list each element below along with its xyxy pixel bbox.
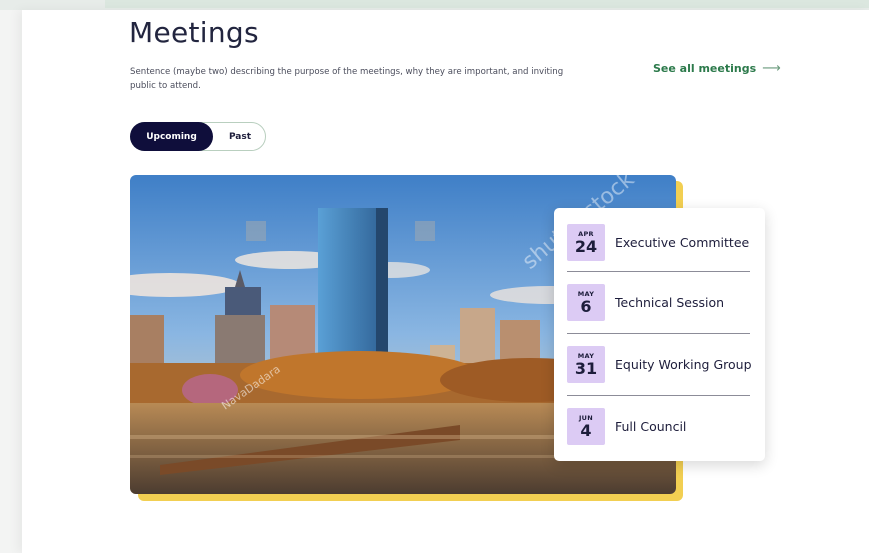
see-all-meetings-label: See all meetings bbox=[653, 62, 757, 75]
meetings-toggle: Upcoming Past bbox=[130, 122, 266, 151]
meeting-item-technical-session[interactable]: MAY 6 Technical Session bbox=[567, 271, 750, 332]
date-badge: MAY 31 bbox=[567, 345, 605, 383]
meeting-name: Equity Working Group bbox=[615, 356, 752, 372]
page-title: Meetings bbox=[129, 16, 259, 49]
date-day: 24 bbox=[574, 237, 598, 256]
date-day: 6 bbox=[580, 296, 592, 316]
meeting-item-full-council[interactable]: JUN 4 Full Council bbox=[567, 395, 750, 456]
date-day: 31 bbox=[574, 358, 598, 378]
section-description: Sentence (maybe two) describing the purp… bbox=[130, 67, 564, 91]
date-badge: APR 24 bbox=[567, 224, 605, 261]
meeting-name: Executive Committee bbox=[615, 235, 750, 250]
see-all-meetings-link[interactable]: See all meetings ⟶ bbox=[653, 61, 781, 76]
toggle-past[interactable]: Past bbox=[215, 122, 265, 151]
arrow-right-icon: ⟶ bbox=[762, 61, 781, 76]
meeting-name: Technical Session bbox=[615, 294, 725, 310]
date-day: 4 bbox=[580, 420, 592, 440]
date-badge: JUN 4 bbox=[567, 407, 605, 445]
upcoming-meetings-card: APR 24 Executive Committee MAY 6 Technic… bbox=[554, 208, 765, 461]
top-accent-bar bbox=[105, 0, 869, 8]
meeting-name: Full Council bbox=[615, 418, 687, 434]
meeting-item-equity-working-group[interactable]: MAY 31 Equity Working Group bbox=[567, 333, 752, 394]
date-badge: MAY 6 bbox=[567, 283, 605, 321]
meeting-item-executive-committee[interactable]: APR 24 Executive Committee bbox=[567, 212, 750, 273]
toggle-upcoming[interactable]: Upcoming bbox=[130, 122, 213, 151]
